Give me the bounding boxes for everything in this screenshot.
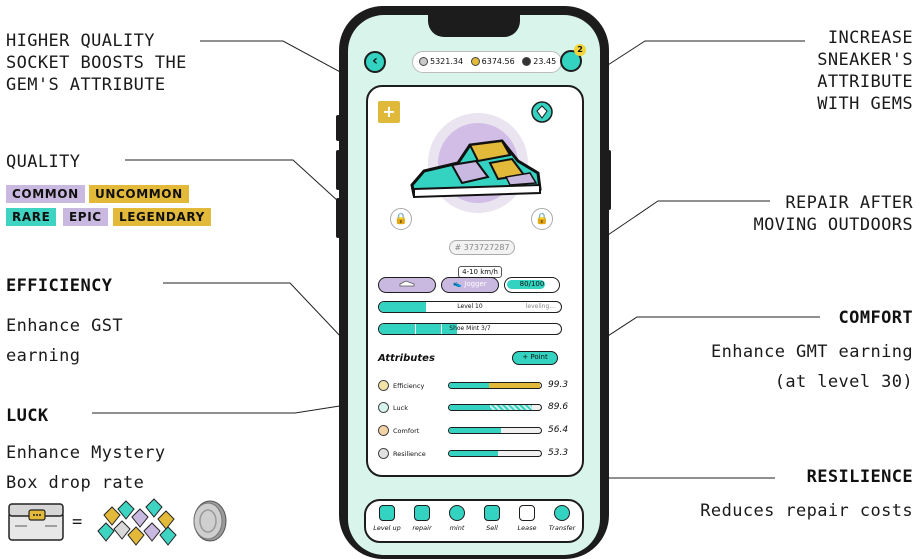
quality-pill <box>378 277 436 293</box>
app-screen: ‹ 5321.34 6374.56 23.45 2 + 🔒 🔒 # 373727… <box>348 15 600 555</box>
mystery-box-icon <box>7 500 65 542</box>
phone-notch <box>428 15 520 37</box>
attribute-row-efficiency: Efficiency 99.3 <box>378 379 568 393</box>
bottom-tab-bar: Level up repair mint Sell Lease Transfer <box>364 499 584 543</box>
sneaker-id: # 373727287 <box>449 240 515 255</box>
quality-tag-legendary: LEGENDARY <box>113 208 211 226</box>
level-up-icon <box>379 505 395 521</box>
attribute-row-resilience: Resilience 53.3 <box>378 447 568 461</box>
tab-mint[interactable]: mint <box>440 505 474 541</box>
luck-description: Enhance Mystery Box drop rate <box>6 443 166 493</box>
sol-coin-icon <box>522 57 532 66</box>
efficiency-title: EFFICIENCY <box>6 276 113 296</box>
leveling-status[interactable]: leveling... <box>526 302 555 311</box>
gem-socket-plus-icon[interactable]: + <box>378 101 400 123</box>
efficiency-description: Enhance GST earning <box>6 316 123 366</box>
balance-bar: 5321.34 6374.56 23.45 <box>412 51 562 73</box>
sol-balance: 23.45 <box>533 57 557 66</box>
tab-lease[interactable]: Lease <box>510 505 544 541</box>
heart-icon <box>449 505 465 521</box>
efficiency-icon <box>378 380 389 391</box>
efficiency-bar <box>448 382 542 389</box>
gmt-coin-icon <box>419 57 428 66</box>
resilience-description: Reduces repair costs <box>700 501 913 521</box>
tag-icon <box>484 505 500 521</box>
calendar-icon <box>519 505 535 521</box>
comfort-title: COMFORT <box>838 308 913 328</box>
comfort-icon <box>378 425 389 436</box>
gst-balance: 6374.56 <box>481 57 515 66</box>
luck-title: LUCK <box>6 406 49 426</box>
quality-tag-uncommon: UNCOMMON <box>89 185 189 203</box>
equals-sign: = <box>72 512 83 532</box>
socket-annotation: HIGHER QUALITY SOCKET BOOSTS THE GEM'S A… <box>6 31 187 95</box>
resilience-icon <box>378 448 389 459</box>
quality-title: QUALITY <box>6 152 81 172</box>
attribute-row-luck: Luck 89.6 <box>378 401 568 415</box>
attributes-title: Attributes <box>378 353 435 364</box>
luck-icon <box>378 402 389 413</box>
tab-transfer[interactable]: Transfer <box>545 505 579 541</box>
gmt-balance: 5321.34 <box>430 57 464 66</box>
comfort-description: Enhance GMT earning (at level 30) <box>710 342 913 392</box>
durability-pill[interactable]: 80/100 <box>504 277 560 293</box>
gmt-coin-icon <box>190 499 228 543</box>
quality-tag-common: COMMON <box>6 185 85 203</box>
phone-frame: ‹ 5321.34 6374.56 23.45 2 + 🔒 🔒 # 373727… <box>339 6 609 559</box>
locked-socket-left-icon[interactable]: 🔒 <box>390 208 412 230</box>
quality-tag-rare: RARE <box>6 208 57 226</box>
tab-level-up[interactable]: Level up <box>370 505 404 541</box>
point-button[interactable]: + Point <box>512 351 558 365</box>
resilience-title: RESILIENCE <box>806 467 913 487</box>
tab-sell[interactable]: Sell <box>475 505 509 541</box>
type-pill: 👟 Jogger <box>441 277 499 293</box>
quality-tag-epic: EPIC <box>63 208 108 226</box>
gst-coin-icon <box>470 57 480 66</box>
tab-repair[interactable]: repair <box>405 505 439 541</box>
shoe-mint-bar: Shoe Mint 3/7 <box>378 323 562 335</box>
luck-connector <box>92 399 379 414</box>
gems-icon <box>94 495 182 547</box>
wrench-icon <box>414 505 430 521</box>
wallet-badge: 2 <box>574 44 586 56</box>
resilience-bar <box>448 450 542 457</box>
level-bar: Level 10 leveling... <box>378 301 562 313</box>
comfort-bar <box>448 427 542 434</box>
attribute-row-comfort: Comfort 56.4 <box>378 424 568 438</box>
repair-annotation: REPAIR AFTER MOVING OUTDOORS <box>753 193 913 235</box>
gem-socket-icon[interactable] <box>531 101 553 123</box>
luck-bar <box>448 404 542 411</box>
transfer-icon <box>554 505 570 521</box>
increase-annotation: INCREASE SNEAKER'S ATTRIBUTE WITH GEMS <box>817 28 913 114</box>
back-button[interactable]: ‹ <box>364 51 386 73</box>
locked-socket-right-icon[interactable]: 🔒 <box>531 208 553 230</box>
sneaker-image <box>406 133 546 205</box>
